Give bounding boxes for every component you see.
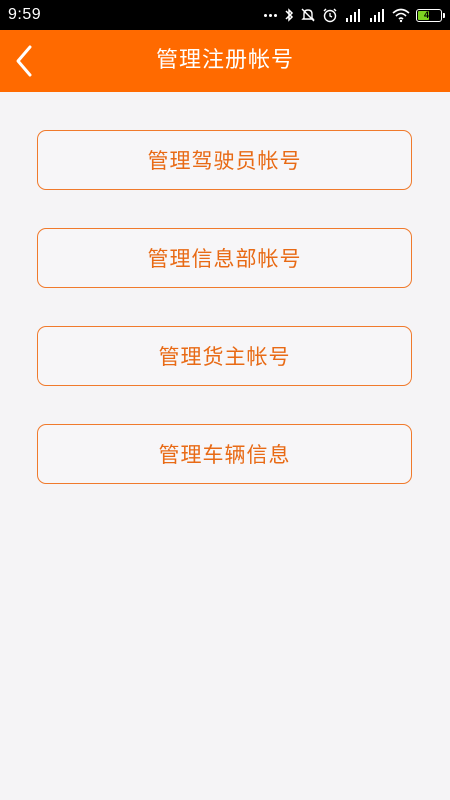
battery-level: 45: [423, 9, 434, 20]
signal-icon: [368, 7, 386, 23]
manage-vehicle-info-button[interactable]: 管理车辆信息: [37, 424, 412, 484]
battery-icon: 45: [416, 8, 445, 22]
hd-signal-icon: [344, 7, 362, 23]
status-bar: 9:59 45: [0, 0, 450, 30]
page-title: 管理注册帐号: [155, 48, 294, 73]
wifi-icon: [392, 7, 410, 23]
alarm-off-icon: [300, 7, 316, 23]
bluetooth-icon: [284, 7, 294, 23]
app-bar: 管理注册帐号: [0, 30, 450, 92]
manage-info-dept-accounts-button[interactable]: 管理信息部帐号: [37, 228, 412, 288]
status-icons: 45: [263, 7, 445, 23]
manage-shipper-accounts-button[interactable]: 管理货主帐号: [37, 326, 412, 386]
more-dots-icon: [263, 7, 278, 23]
manage-driver-accounts-button[interactable]: 管理驾驶员帐号: [37, 130, 412, 190]
alarm-clock-icon: [322, 7, 338, 23]
status-time: 9:59: [8, 6, 42, 23]
menu-list: 管理驾驶员帐号 管理信息部帐号 管理货主帐号 管理车辆信息: [37, 130, 412, 522]
